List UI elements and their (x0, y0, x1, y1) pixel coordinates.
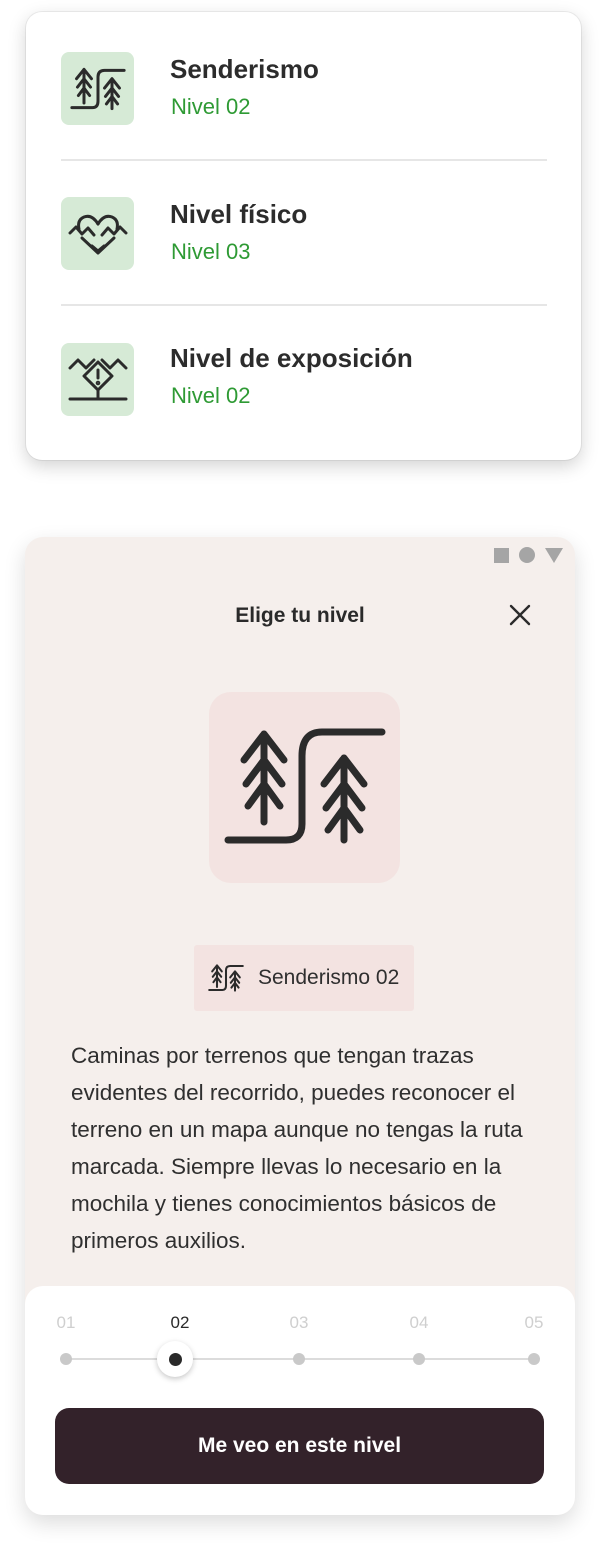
level-row-exposicion[interactable]: Nivel de exposición Nivel 02 (61, 302, 546, 446)
hiking-trees-icon (209, 692, 400, 883)
chip-label: Senderismo 02 (258, 966, 400, 989)
circle-icon (519, 547, 535, 563)
system-status-icons (494, 547, 563, 563)
modal-title: Elige tu nivel (235, 604, 365, 627)
level-value: Nivel 02 (171, 383, 251, 408)
level-value: Nivel 03 (171, 239, 251, 264)
level-chip: Senderismo 02 (194, 945, 414, 1011)
slider-knob-dot (168, 1352, 182, 1366)
level-value: Nivel 02 (171, 94, 251, 119)
slider-knob[interactable] (157, 1341, 193, 1377)
hiking-trees-icon (208, 964, 244, 992)
close-icon[interactable] (508, 603, 532, 627)
level-row-senderismo[interactable]: Senderismo Nivel 02 (61, 12, 546, 156)
level-description: Caminas por terrenos que tengan trazas e… (71, 1043, 523, 1253)
step-label-selected: 02 (170, 1313, 190, 1332)
step-label: 05 (524, 1313, 544, 1332)
level-row-fisico[interactable]: Nivel físico Nivel 03 (61, 157, 546, 301)
step-dot-05[interactable] (528, 1353, 540, 1365)
step-dot-04[interactable] (413, 1353, 425, 1365)
level-title: Nivel físico (170, 199, 308, 229)
bottom-sheet: 01 02 03 04 05 Me veo en este nivel (25, 1286, 575, 1515)
exposure-warning-icon (61, 343, 134, 416)
level-title: Senderismo (170, 54, 319, 84)
step-label: 04 (409, 1313, 429, 1332)
step-dot-03[interactable] (293, 1353, 305, 1365)
confirm-level-button[interactable]: Me veo en este nivel (55, 1408, 544, 1484)
square-icon (494, 547, 509, 563)
step-label: 01 (56, 1313, 76, 1332)
hiking-trees-icon (61, 52, 134, 125)
heart-pulse-icon (61, 197, 134, 270)
level-title: Nivel de exposición (170, 343, 413, 373)
step-dot-01[interactable] (60, 1353, 72, 1365)
step-label: 03 (289, 1313, 309, 1332)
levels-card: Senderismo Nivel 02 Nivel físico Nivel 0… (26, 12, 581, 460)
level-picker-modal: Elige tu nivel Senderismo 02 Caminas por… (25, 537, 575, 1515)
triangle-icon (545, 547, 563, 563)
